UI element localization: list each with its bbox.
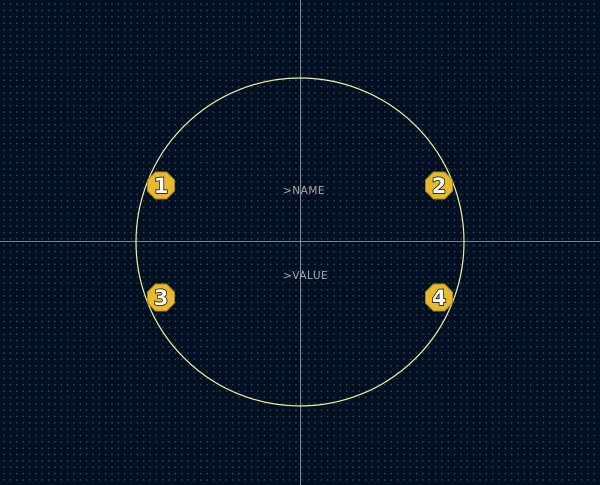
pad-2-label: 2 — [432, 174, 447, 198]
pad-1-label: 1 — [154, 174, 169, 198]
pad-4[interactable]: 4 — [425, 283, 453, 312]
footprint-view[interactable]: 1 2 3 4 >NAME >VALUE — [0, 0, 600, 485]
pcb-editor-canvas[interactable]: 1 2 3 4 >NAME >VALUE — [0, 0, 600, 485]
pad-3[interactable]: 3 — [147, 283, 175, 312]
pad-3-label: 3 — [154, 286, 169, 310]
value-placeholder-text[interactable]: >VALUE — [283, 270, 328, 282]
pad-1[interactable]: 1 — [147, 171, 175, 200]
name-placeholder-text[interactable]: >NAME — [283, 185, 325, 197]
pad-4-label: 4 — [432, 286, 447, 310]
pad-2[interactable]: 2 — [425, 171, 453, 200]
component-outline-circle[interactable] — [135, 77, 465, 407]
